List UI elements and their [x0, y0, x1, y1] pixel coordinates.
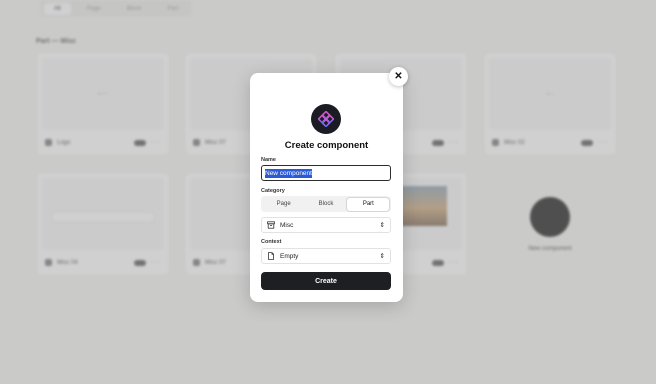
context-label: Context [261, 239, 282, 245]
context-select[interactable]: Empty ⇕ [261, 248, 391, 264]
close-icon[interactable]: ✕ [389, 67, 408, 86]
group-select-value: Misc [280, 221, 294, 229]
category-option-page[interactable]: Page [263, 198, 305, 211]
document-icon [268, 252, 274, 260]
chevron-up-down-icon: ⇕ [379, 253, 385, 260]
category-label: Category [261, 188, 285, 194]
context-select-value: Empty [280, 252, 299, 260]
chevron-up-down-icon: ⇕ [379, 222, 385, 229]
category-segmented-control: Page Block Part [261, 196, 391, 212]
group-select[interactable]: Misc ⇕ [261, 217, 391, 233]
component-diamond-icon [311, 104, 341, 134]
name-input-value: New component [265, 168, 312, 178]
name-input[interactable]: New component [261, 165, 391, 181]
archive-icon [267, 221, 275, 229]
category-option-part[interactable]: Part [347, 197, 390, 211]
create-component-dialog: Create component Name New component Cate… [250, 73, 403, 302]
category-option-block[interactable]: Block [305, 198, 347, 211]
name-label: Name [261, 157, 276, 163]
dialog-title: Create component [284, 140, 369, 151]
create-button[interactable]: Create [261, 272, 391, 290]
